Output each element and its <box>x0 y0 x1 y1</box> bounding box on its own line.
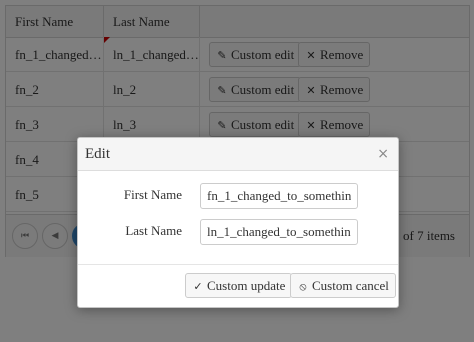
close-icon[interactable]: × <box>377 138 389 170</box>
first-name-label: First Name <box>123 187 182 202</box>
cancel-icon: ⦸ <box>299 280 307 293</box>
custom-cancel-button[interactable]: ⦸ Custom cancel <box>290 273 396 298</box>
dialog-title: Edit <box>85 146 110 162</box>
last-name-label: Last Name <box>125 223 182 238</box>
custom-update-button[interactable]: ✓ Custom update <box>185 273 293 298</box>
first-name-field[interactable] <box>200 183 358 209</box>
edit-dialog: Edit × First Name Last Name ✓ Custom upda… <box>77 137 399 308</box>
last-name-field[interactable] <box>200 219 358 245</box>
check-icon: ✓ <box>193 280 203 293</box>
update-button-label: Custom update <box>207 278 286 293</box>
dialog-footer: ✓ Custom update ⦸ Custom cancel <box>78 264 398 308</box>
dialog-titlebar: Edit × <box>78 138 398 171</box>
cancel-button-label: Custom cancel <box>312 278 389 293</box>
